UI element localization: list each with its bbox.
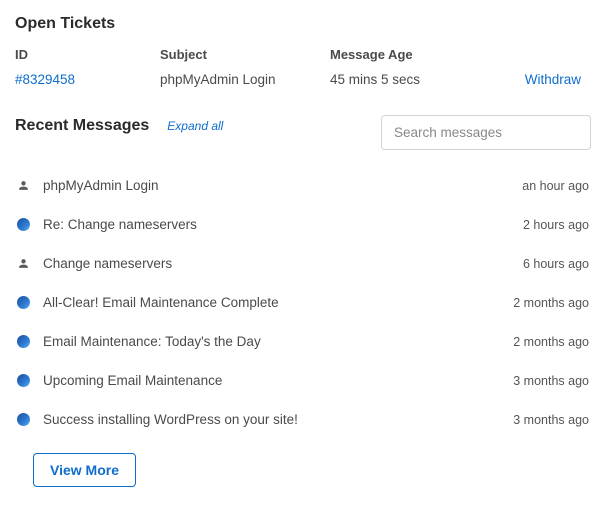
message-subject: Upcoming Email Maintenance [41, 373, 513, 388]
globe-icon [17, 296, 41, 309]
message-list: phpMyAdmin Loginan hour agoRe: Change na… [15, 166, 591, 439]
message-subject: Success installing WordPress on your sit… [41, 412, 513, 427]
view-more-button[interactable]: View More [33, 453, 136, 487]
recent-messages-title: Recent Messages [15, 117, 149, 135]
globe-icon [17, 413, 41, 426]
globe-icon [17, 335, 41, 348]
list-item[interactable]: All-Clear! Email Maintenance Complete2 m… [15, 283, 591, 322]
message-age: 3 months ago [513, 413, 589, 427]
search-input[interactable] [381, 115, 591, 150]
open-tickets-title: Open Tickets [15, 15, 591, 33]
message-subject: phpMyAdmin Login [41, 178, 522, 193]
list-item[interactable]: Re: Change nameservers2 hours ago [15, 205, 591, 244]
col-header-id: ID [15, 47, 160, 62]
message-age: 6 hours ago [523, 257, 589, 271]
message-age: an hour ago [522, 179, 589, 193]
message-subject: All-Clear! Email Maintenance Complete [41, 295, 513, 310]
expand-all-link[interactable]: Expand all [167, 119, 223, 133]
tickets-header-row: ID Subject Message Age [15, 47, 591, 62]
recent-header: Recent Messages Expand all [15, 115, 591, 150]
withdraw-link[interactable]: Withdraw [525, 72, 581, 87]
col-header-age: Message Age [330, 47, 520, 62]
message-age: 2 months ago [513, 296, 589, 310]
list-item[interactable]: Email Maintenance: Today's the Day2 mont… [15, 322, 591, 361]
list-item[interactable]: Change nameservers6 hours ago [15, 244, 591, 283]
globe-icon [17, 374, 41, 387]
message-age: 3 months ago [513, 374, 589, 388]
person-icon [17, 257, 41, 270]
message-age: 2 months ago [513, 335, 589, 349]
ticket-id-link[interactable]: #8329458 [15, 72, 75, 87]
list-item[interactable]: Success installing WordPress on your sit… [15, 400, 591, 439]
open-tickets-table: ID Subject Message Age #8329458 phpMyAdm… [15, 47, 591, 87]
person-icon [17, 179, 41, 192]
list-item[interactable]: phpMyAdmin Loginan hour ago [15, 166, 591, 205]
ticket-age: 45 mins 5 secs [330, 72, 520, 87]
message-subject: Re: Change nameservers [41, 217, 523, 232]
ticket-subject: phpMyAdmin Login [160, 72, 330, 87]
message-subject: Change nameservers [41, 256, 523, 271]
list-item[interactable]: Upcoming Email Maintenance3 months ago [15, 361, 591, 400]
message-age: 2 hours ago [523, 218, 589, 232]
table-row: #8329458 phpMyAdmin Login 45 mins 5 secs… [15, 72, 591, 87]
globe-icon [17, 218, 41, 231]
col-header-subject: Subject [160, 47, 330, 62]
message-subject: Email Maintenance: Today's the Day [41, 334, 513, 349]
